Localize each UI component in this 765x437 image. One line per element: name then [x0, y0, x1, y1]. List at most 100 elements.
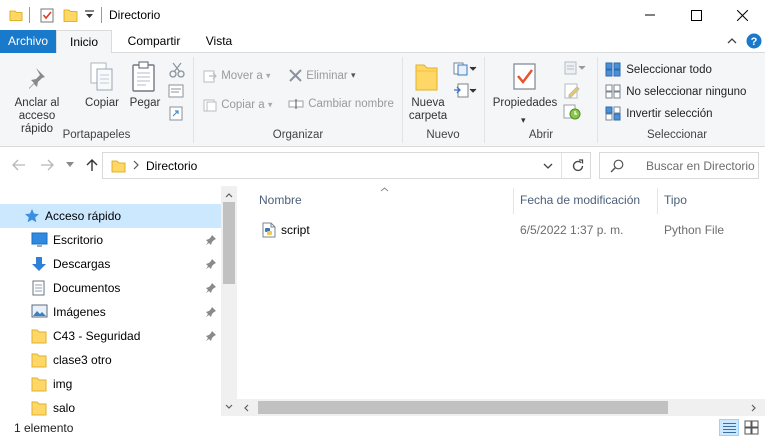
file-modified: 6/5/2022 1:37 p. m.	[520, 223, 624, 237]
nav-label: Escritorio	[53, 233, 104, 247]
nav-label: Documentos	[53, 281, 121, 295]
pin-icon[interactable]	[206, 307, 216, 317]
back-arrow-icon[interactable]	[12, 159, 26, 171]
edit-icon[interactable]	[564, 83, 580, 99]
rename-icon	[288, 98, 304, 110]
delete-icon	[289, 69, 302, 82]
copy-to-button[interactable]: Copiar a ▾	[203, 98, 272, 112]
help-icon[interactable]: ?	[746, 33, 762, 49]
minimize-icon	[645, 10, 655, 20]
new-folder-label-line1: Nueva	[411, 97, 445, 109]
rename-button[interactable]: Cambiar nombre	[288, 98, 394, 110]
address-dropdown-icon[interactable]	[543, 163, 553, 170]
qat-separator	[101, 7, 102, 23]
window-title: Directorio	[109, 8, 161, 22]
minimize-button[interactable]	[627, 0, 673, 30]
delete-button[interactable]: Eliminar ▾	[289, 69, 355, 82]
table-row[interactable]: script 6/5/2022 1:37 p. m. Python File	[256, 218, 765, 242]
group-label-seleccionar: Seleccionar	[646, 129, 708, 141]
column-separator[interactable]	[657, 188, 658, 214]
column-header-fecha[interactable]: Fecha de modificación	[520, 186, 640, 215]
history-icon[interactable]	[563, 104, 581, 120]
close-button[interactable]	[719, 0, 765, 30]
dropdown-arrow-icon: ▾	[350, 70, 356, 80]
select-all-button[interactable]: Seleccionar todo	[605, 62, 712, 77]
forward-arrow-icon[interactable]	[40, 159, 54, 171]
move-to-button[interactable]: Mover a ▾	[203, 69, 270, 83]
pin-icon[interactable]	[206, 331, 216, 341]
paste-label: Pegar	[129, 97, 161, 109]
cut-icon[interactable]	[169, 62, 185, 78]
dropdown-arrow-icon: ▾	[267, 99, 273, 110]
refresh-icon[interactable]	[571, 159, 585, 173]
nav-label: Imágenes	[53, 305, 106, 319]
scroll-up-icon[interactable]	[225, 192, 233, 198]
nav-item-escritorio[interactable]: Escritorio	[0, 228, 221, 252]
group-label-organizar: Organizar	[272, 129, 324, 141]
new-folder-icon[interactable]	[63, 7, 78, 23]
nav-item-c43-seguridad[interactable]: C43 - Seguridad	[0, 324, 221, 348]
move-to-icon	[203, 69, 217, 83]
scroll-down-icon[interactable]	[225, 404, 233, 410]
ribbon-collapse-icon[interactable]	[727, 36, 737, 46]
chevron-down-icon[interactable]	[85, 10, 94, 19]
easy-access-icon[interactable]	[453, 83, 477, 99]
properties-icon[interactable]	[40, 7, 55, 23]
copy-path-icon[interactable]	[168, 84, 184, 98]
group-label-abrir: Abrir	[528, 129, 554, 141]
nav-scrollbar-thumb[interactable]	[223, 202, 235, 284]
new-folder-icon	[415, 63, 439, 91]
details-view-button[interactable]	[719, 419, 739, 436]
up-arrow-icon[interactable]	[86, 158, 98, 172]
tab-vista[interactable]: Vista	[195, 30, 243, 53]
breadcrumb-chevron-icon	[133, 160, 139, 170]
copy-to-label: Copiar a	[221, 99, 265, 111]
horizontal-scrollbar[interactable]	[237, 399, 765, 416]
nav-item-clase3-otro[interactable]: clase3 otro	[0, 348, 221, 372]
column-header-nombre[interactable]: Nombre	[259, 186, 302, 215]
pin-icon[interactable]	[206, 259, 216, 269]
nav-item-documentos[interactable]: Documentos	[0, 276, 221, 300]
tab-archivo[interactable]: Archivo	[0, 30, 56, 53]
address-bar[interactable]: Directorio	[102, 152, 591, 179]
open-icon[interactable]	[564, 61, 586, 75]
nav-scrollbar[interactable]	[221, 186, 237, 416]
column-separator[interactable]	[513, 188, 514, 214]
invert-selection-button[interactable]: Invertir selección	[605, 106, 713, 121]
nav-item-salo[interactable]: salo	[0, 396, 221, 416]
properties-icon	[512, 61, 538, 91]
pin-icon[interactable]	[206, 283, 216, 293]
column-header-tipo[interactable]: Tipo	[664, 186, 687, 215]
nav-quick-access[interactable]: Acceso rápido	[0, 204, 221, 228]
horizontal-scrollbar-thumb[interactable]	[258, 401, 668, 414]
select-none-button[interactable]: No seleccionar ninguno	[605, 84, 746, 99]
nav-item-imagenes[interactable]: Imágenes	[0, 300, 221, 324]
pin-label-line1: Anclar al	[14, 97, 60, 109]
delete-label: Eliminar	[306, 69, 348, 82]
copy-icon	[90, 62, 114, 92]
folder-icon	[111, 159, 126, 173]
search-field[interactable]: Buscar en Directorio	[599, 152, 759, 179]
recent-locations-icon[interactable]	[66, 162, 74, 168]
pin-icon[interactable]	[206, 235, 216, 245]
dropdown-arrow-icon: ▾	[265, 70, 271, 81]
paste-shortcut-icon[interactable]	[169, 105, 183, 121]
new-item-icon[interactable]	[453, 62, 477, 76]
maximize-button[interactable]	[673, 0, 719, 30]
star-icon	[24, 208, 40, 224]
tab-compartir[interactable]: Compartir	[115, 30, 193, 53]
scroll-left-icon[interactable]	[243, 404, 249, 412]
breadcrumb-path[interactable]: Directorio	[146, 159, 197, 173]
new-folder-label-line2: carpeta	[408, 110, 448, 122]
properties-label: Propiedades	[492, 97, 558, 109]
scroll-right-icon[interactable]	[751, 404, 757, 412]
status-item-count: 1 elemento	[14, 421, 74, 435]
large-icons-view-button[interactable]	[744, 420, 759, 435]
file-name: script	[281, 223, 310, 237]
pictures-icon	[31, 304, 48, 318]
tab-inicio[interactable]: Inicio	[56, 30, 112, 54]
folder-icon	[9, 8, 23, 22]
nav-item-descargas[interactable]: Descargas	[0, 252, 221, 276]
nav-item-img[interactable]: img	[0, 372, 221, 396]
group-label-portapapeles: Portapapeles	[62, 129, 131, 141]
